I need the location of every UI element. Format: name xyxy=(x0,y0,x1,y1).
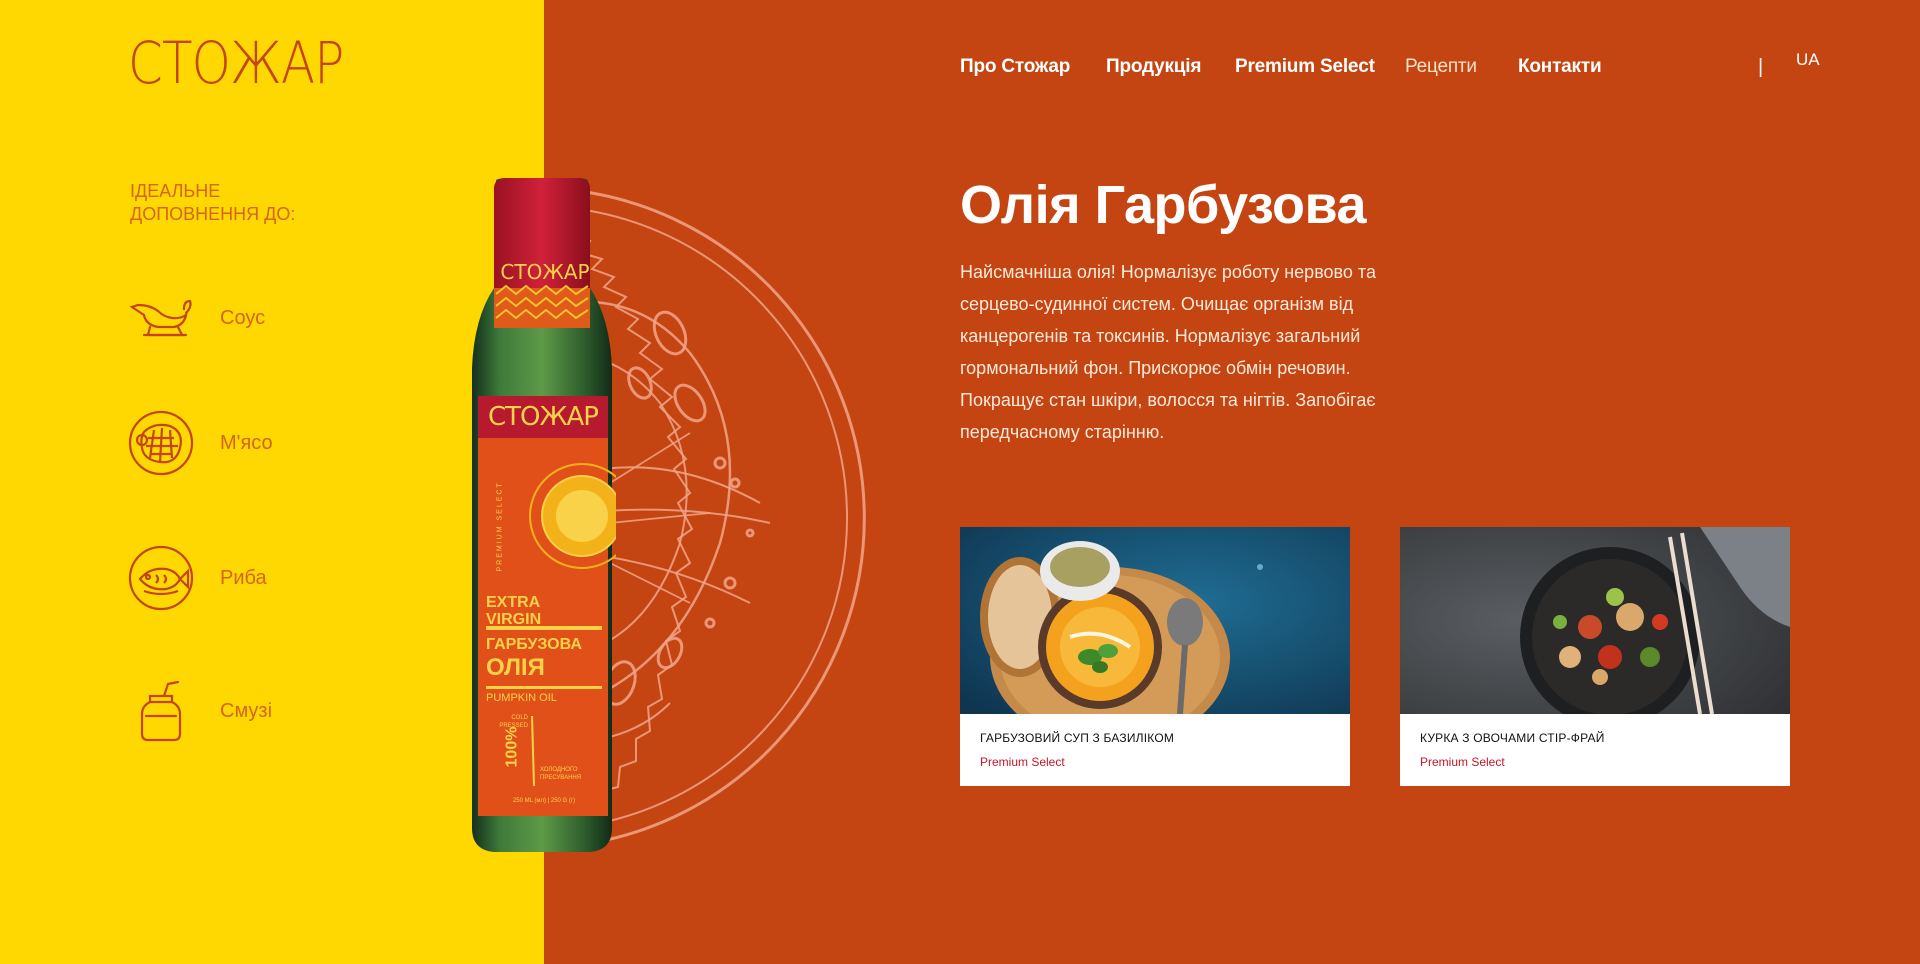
pairing-title: Ідеальне доповнення до: xyxy=(130,181,296,224)
product-description: Найсмачніша олія! Нормалізує роботу нерв… xyxy=(960,262,1376,442)
language-separator: | xyxy=(1758,56,1764,78)
language-switcher[interactable]: UA xyxy=(1796,50,1820,70)
recipe-title: Курка з овочами стір-фрай xyxy=(1420,731,1605,745)
nav-item-about[interactable]: Про Стожар xyxy=(960,56,1070,78)
nav-item-premium-select[interactable]: Premium Select xyxy=(1235,56,1375,78)
bottle-volume: 250 ML (мл) | 250 G (г) xyxy=(512,798,576,804)
pairing-item-fish: Риба xyxy=(128,545,388,615)
nav-item-contacts[interactable]: Контакти xyxy=(1518,56,1602,78)
bottle-premium-text: PREMIUM SELECT xyxy=(496,481,504,572)
bottle-cap-logo: СТОЖАР xyxy=(500,260,590,284)
pairing-item-sauce: Соус xyxy=(128,285,388,355)
product-title: Олія Гарбузова xyxy=(960,175,1367,235)
smoothie-jar-icon xyxy=(140,680,182,742)
recipe-photo-pumpkin-soup xyxy=(960,527,1350,714)
product-bottle[interactable]: СТОЖАР СТОЖАР PREMIUM SELECT EXTRA VIRGI… xyxy=(470,178,635,853)
bottle-grade: EXTRA VIRGIN xyxy=(486,594,542,628)
fish-icon xyxy=(128,545,194,611)
recipe-card[interactable]: Курка з овочами стір-фрай Premium Select xyxy=(1400,527,1790,786)
bottle-label-logo: СТОЖАР xyxy=(488,402,599,432)
recipe-card[interactable]: Гарбузовий суп з базиліком Premium Selec… xyxy=(960,527,1350,786)
meat-icon xyxy=(128,410,194,476)
brand-logo[interactable]: СТОЖАР xyxy=(128,34,344,92)
pairing-label: М'ясо xyxy=(220,432,273,454)
bottle-name-line1: ГАРБУЗОВА xyxy=(486,636,582,653)
nav-item-recipes[interactable]: Рецепти xyxy=(1405,56,1477,78)
pairing-label: Смузі xyxy=(220,700,273,722)
pairing-label: Соус xyxy=(220,307,266,329)
pairing-label: Риба xyxy=(220,567,267,589)
recipe-tag[interactable]: Premium Select xyxy=(980,755,1065,769)
pairing-item-smoothie: Смузі xyxy=(128,678,388,748)
pairing-item-meat: М'ясо xyxy=(128,410,388,480)
bottle-name-line2: ОЛІЯ xyxy=(486,654,545,681)
bottle-pressing: холодного пресування xyxy=(540,767,582,781)
recipe-tag[interactable]: Premium Select xyxy=(1420,755,1505,769)
sauce-boat-icon xyxy=(129,299,192,337)
bottle-name-en: PUMPKIN OIL xyxy=(486,692,557,704)
recipe-title: Гарбузовий суп з базиліком xyxy=(980,731,1175,745)
recipe-photo-chicken-stirfry xyxy=(1400,527,1790,714)
left-panel xyxy=(0,0,544,964)
nav-item-products[interactable]: Продукція xyxy=(1106,56,1201,78)
bottle-percent: 100% xyxy=(503,726,521,768)
